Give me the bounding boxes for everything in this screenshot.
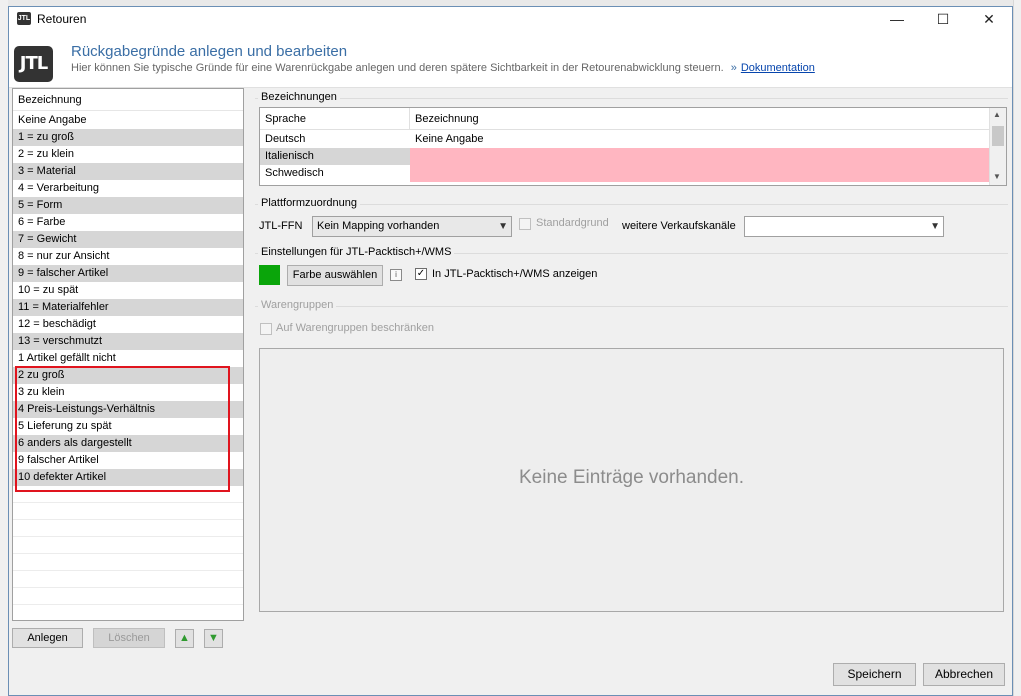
move-down-button[interactable]: ▼ <box>204 629 223 648</box>
subtitle-text: Hier können Sie typische Gründe für eine… <box>71 62 724 74</box>
list-item[interactable]: 3 = Material <box>13 163 243 180</box>
empty-list-row <box>13 605 243 620</box>
reasons-list[interactable]: Bezeichnung Keine Angabe 1 = zu groß 2 =… <box>12 88 244 621</box>
ffn-label: JTL-FFN <box>259 220 303 232</box>
group-border <box>255 204 1008 205</box>
page-title: Rückgabegründe anlegen und bearbeiten <box>71 43 348 60</box>
show-in-packtisch-label: In JTL-Packtisch+/WMS anzeigen <box>432 268 598 280</box>
documentation-link[interactable]: Dokumentation <box>741 62 815 74</box>
grid-cell-label-missing[interactable] <box>410 148 989 165</box>
product-groups-group-label: Warengruppen <box>258 299 337 311</box>
restrict-groups-label: Auf Warengruppen beschränken <box>276 322 434 334</box>
default-reason-checkbox[interactable] <box>519 218 531 230</box>
cancel-button[interactable]: Abbrechen <box>923 663 1005 686</box>
list-item[interactable]: 6 = Farbe <box>13 214 243 231</box>
grid-header-label[interactable]: Bezeichnung <box>410 108 989 130</box>
group-border <box>255 306 1008 307</box>
list-item[interactable]: 13 = verschmutzt <box>13 333 243 350</box>
color-swatch <box>259 265 280 285</box>
empty-list-row <box>13 588 243 605</box>
chevron-down-icon: ▼ <box>498 221 508 232</box>
group-border <box>255 98 1008 99</box>
chevron-down-icon: ▼ <box>930 221 940 232</box>
product-groups-panel: Keine Einträge vorhanden. <box>259 348 1004 612</box>
platform-group-label: Plattformzuordnung <box>258 197 360 209</box>
highlight-annotation-box <box>15 366 230 492</box>
list-item[interactable]: 1 = zu groß <box>13 129 243 146</box>
minimize-button[interactable]: — <box>874 7 920 31</box>
default-reason-label: Standardgrund <box>536 217 609 229</box>
list-item[interactable]: 1 Artikel gefällt nicht <box>13 350 243 367</box>
grid-cell-language[interactable]: Deutsch <box>260 131 410 148</box>
background-app-right <box>1013 0 1021 696</box>
translations-group-label: Bezeichnungen <box>258 91 340 103</box>
list-item[interactable]: 9 = falscher Artikel <box>13 265 243 282</box>
link-prefix: » <box>730 62 737 74</box>
empty-state-text: Keine Einträge vorhanden. <box>519 467 744 488</box>
empty-list-row <box>13 520 243 537</box>
retouren-dialog: JTL Retouren — ☐ ✕ JTL Rückgabegründe an… <box>8 6 1013 696</box>
list-item[interactable]: 5 = Form <box>13 197 243 214</box>
empty-list-row <box>13 571 243 588</box>
info-icon[interactable]: i <box>390 269 402 281</box>
delete-button[interactable]: Löschen <box>93 628 165 648</box>
list-item[interactable]: 4 = Verarbeitung <box>13 180 243 197</box>
more-channels-label: weitere Verkaufskanäle <box>622 220 736 232</box>
scroll-up-icon[interactable]: ▲ <box>993 110 1001 119</box>
restrict-groups-checkbox[interactable] <box>260 323 272 335</box>
ffn-mapping-select[interactable]: Kein Mapping vorhanden ▼ <box>312 216 512 237</box>
arrow-down-icon: ▼ <box>208 632 219 644</box>
choose-color-button[interactable]: Farbe auswählen <box>287 265 383 286</box>
window-title: Retouren <box>37 12 87 26</box>
create-button[interactable]: Anlegen <box>12 628 83 648</box>
list-item[interactable]: 11 = Materialfehler <box>13 299 243 316</box>
grid-cell-label[interactable]: Keine Angabe <box>410 131 989 148</box>
jtl-logo: JTL <box>14 46 53 82</box>
list-item[interactable]: 8 = nur zur Ansicht <box>13 248 243 265</box>
empty-list-row <box>13 554 243 571</box>
more-channels-select[interactable]: ▼ <box>744 216 944 237</box>
list-column-header[interactable]: Bezeichnung <box>13 89 243 111</box>
grid-cell-label-missing[interactable] <box>410 165 989 182</box>
grid-header-language[interactable]: Sprache <box>260 108 410 130</box>
scrollbar-thumb[interactable] <box>992 126 1004 146</box>
show-in-packtisch-checkbox[interactable]: ✓ <box>415 268 427 280</box>
scroll-down-icon[interactable]: ▼ <box>993 172 1001 181</box>
list-item[interactable]: 12 = beschädigt <box>13 316 243 333</box>
dialog-header: JTL Rückgabegründe anlegen und bearbeite… <box>9 31 1012 88</box>
list-item[interactable]: Keine Angabe <box>13 112 243 129</box>
grid-cell-language[interactable]: Italienisch <box>260 148 410 165</box>
translations-grid[interactable]: Sprache Bezeichnung Deutsch Keine Angabe… <box>259 107 1007 186</box>
move-up-button[interactable]: ▲ <box>175 629 194 648</box>
title-bar: JTL Retouren — ☐ ✕ <box>9 7 1012 31</box>
list-item[interactable]: 2 = zu klein <box>13 146 243 163</box>
maximize-button[interactable]: ☐ <box>920 7 966 31</box>
save-button[interactable]: Speichern <box>833 663 916 686</box>
grid-scrollbar[interactable]: ▲ ▼ <box>989 108 1006 185</box>
list-item[interactable]: 7 = Gewicht <box>13 231 243 248</box>
empty-list-row <box>13 537 243 554</box>
ffn-mapping-value: Kein Mapping vorhanden <box>317 220 440 232</box>
jtl-app-icon: JTL <box>17 12 31 25</box>
arrow-up-icon: ▲ <box>179 632 190 644</box>
grid-cell-language[interactable]: Schwedisch <box>260 165 410 182</box>
close-button[interactable]: ✕ <box>966 7 1012 31</box>
packtisch-group-label: Einstellungen für JTL-Packtisch+/WMS <box>258 246 455 258</box>
list-item[interactable]: 10 = zu spät <box>13 282 243 299</box>
page-subtitle: Hier können Sie typische Gründe für eine… <box>71 62 815 74</box>
empty-list-row <box>13 503 243 520</box>
